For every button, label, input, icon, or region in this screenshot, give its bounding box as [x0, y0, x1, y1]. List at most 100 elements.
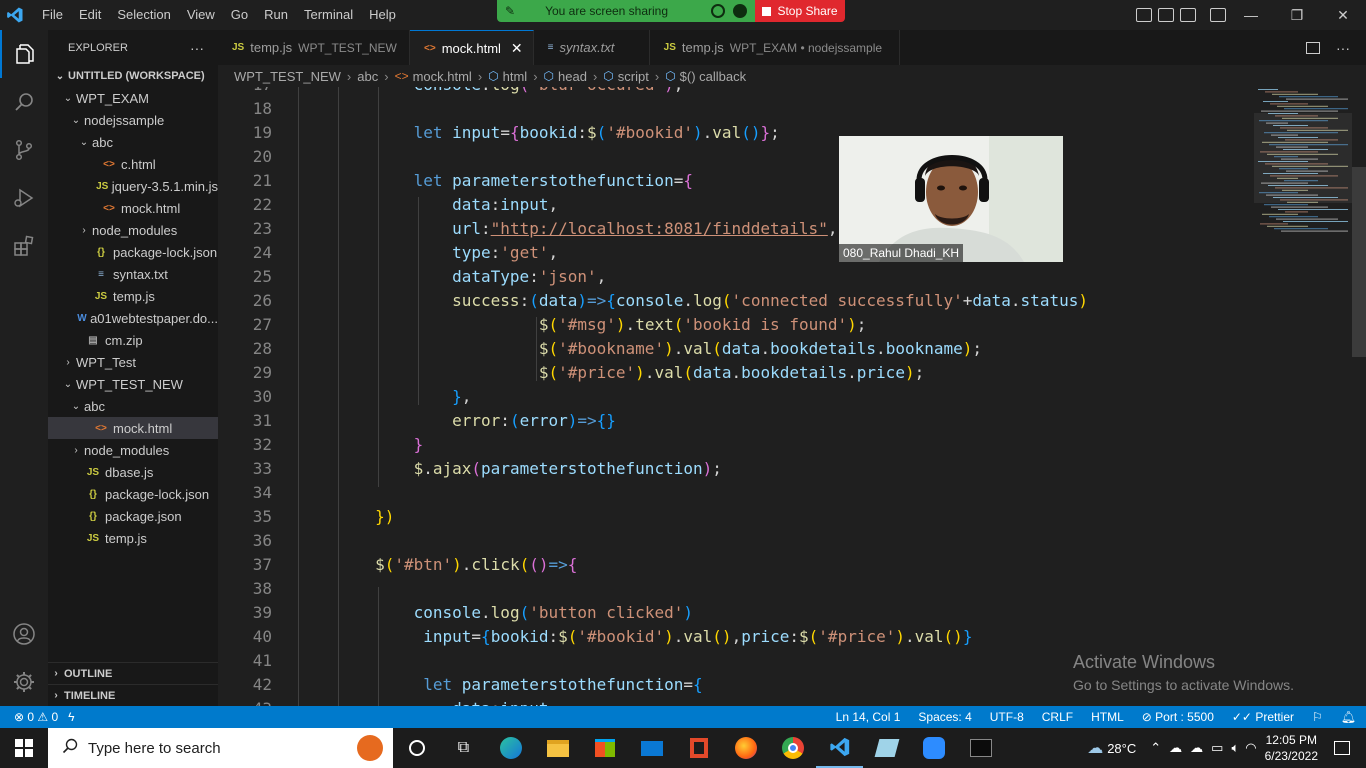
windows-start-icon[interactable] [0, 728, 48, 768]
more-actions-icon[interactable]: ··· [1336, 40, 1350, 56]
file-explorer-icon[interactable] [534, 728, 581, 768]
menu-file[interactable]: File [34, 0, 71, 30]
breadcrumb-item[interactable]: WPT_TEST_NEW [234, 69, 341, 84]
live-server-port[interactable]: ⊘ Port : 5500 [1142, 710, 1214, 724]
cursor-position[interactable]: Ln 14, Col 1 [836, 710, 901, 724]
menu-view[interactable]: View [179, 0, 223, 30]
task-view-icon[interactable]: ⧉ [440, 728, 487, 768]
source-control-icon[interactable] [0, 126, 48, 174]
battery-icon[interactable]: ▭ [1211, 740, 1223, 756]
tree-file[interactable]: {} package-lock.json [48, 241, 218, 263]
tree-file[interactable]: <> mock.html [48, 417, 218, 439]
network-icon[interactable]: ◠ [1245, 740, 1256, 756]
tree-file[interactable]: <> mock.html [48, 197, 218, 219]
editor-tab[interactable]: <> mock.html ✕ [410, 30, 534, 65]
end-of-line[interactable]: CRLF [1042, 710, 1073, 724]
breadcrumb-item[interactable]: html [503, 69, 528, 84]
cloud-icon[interactable]: ☁ [1169, 740, 1182, 756]
tree-folder[interactable]: ⌄ WPT_TEST_NEW [48, 373, 218, 395]
cortana-icon[interactable] [393, 728, 440, 768]
encoding[interactable]: UTF-8 [990, 710, 1024, 724]
tree-file[interactable]: {} package-lock.json [48, 483, 218, 505]
breadcrumb-item[interactable]: script [618, 69, 649, 84]
toggle-primary-sidebar-icon[interactable] [1136, 8, 1152, 22]
breadcrumb-item[interactable]: abc [357, 69, 378, 84]
search-icon[interactable] [0, 78, 48, 126]
tree-file[interactable]: JS dbase.js [48, 461, 218, 483]
menu-selection[interactable]: Selection [109, 0, 178, 30]
indentation[interactable]: Spaces: 4 [918, 710, 971, 724]
customize-layout-icon[interactable] [1210, 8, 1226, 22]
tree-folder[interactable]: ⌄ WPT_EXAM [48, 87, 218, 109]
tree-folder[interactable]: ⌄ nodejssample [48, 109, 218, 131]
extensions-icon[interactable] [0, 222, 48, 270]
editor-tab[interactable]: JS temp.js WPT_EXAM • nodejssample [649, 30, 900, 65]
firefox-icon[interactable] [722, 728, 769, 768]
lightning-icon[interactable]: ϟ [68, 710, 74, 724]
menu-go[interactable]: Go [223, 0, 256, 30]
weather-icon[interactable]: ☁ [1087, 738, 1103, 758]
edge-icon[interactable] [487, 728, 534, 768]
vscode-taskbar-icon[interactable] [816, 728, 863, 768]
editor-tab[interactable]: ≡ syntax.txt [533, 30, 650, 65]
menu-help[interactable]: Help [361, 0, 404, 30]
tree-file[interactable]: JS temp.js [48, 527, 218, 549]
tree-folder[interactable]: ⌄ UNTITLED (WORKSPACE) [48, 65, 218, 87]
problems-indicator[interactable]: ⊗ 0 ⚠ 0 [14, 710, 58, 724]
tree-folder[interactable]: › node_modules [48, 219, 218, 241]
more-actions-icon[interactable]: ··· [190, 40, 204, 56]
tree-folder[interactable]: ⌄ abc [48, 131, 218, 153]
terminal-app-icon[interactable] [957, 728, 1004, 768]
zoom-icon[interactable] [910, 728, 957, 768]
minimap[interactable] [1254, 87, 1352, 706]
notifications-bell-icon[interactable]: 🔔︎ [1341, 710, 1356, 724]
breadcrumb-item[interactable]: $() callback [680, 69, 746, 84]
timeline-section[interactable]: › TIMELINE [48, 684, 218, 706]
close-window-icon[interactable]: ✕ [1320, 0, 1366, 30]
breadcrumb-item[interactable]: head [558, 69, 587, 84]
tree-file[interactable]: ≡ syntax.txt [48, 263, 218, 285]
editor-tab[interactable]: JS temp.js WPT_TEST_NEW [218, 30, 410, 65]
tree-file[interactable]: ▤ cm.zip [48, 329, 218, 351]
share-pen-icon[interactable]: ✎ [505, 4, 515, 18]
onedrive-icon[interactable]: ☁ [1190, 740, 1203, 756]
menu-edit[interactable]: Edit [71, 0, 109, 30]
chevron-up-icon[interactable]: ⌃ [1150, 740, 1161, 756]
tree-folder[interactable]: ⌄ abc [48, 395, 218, 417]
volume-icon[interactable]: 🔈︎ [1231, 740, 1239, 756]
breadcrumb-item[interactable]: mock.html [413, 69, 472, 84]
taskbar-search[interactable]: Type here to search [48, 728, 393, 768]
code-editor[interactable]: 17 console.log('blur occured'); 18 19 let … [218, 87, 1366, 706]
notepad-icon[interactable] [863, 728, 910, 768]
stop-share-button[interactable]: Stop Share [755, 0, 845, 22]
menu-run[interactable]: Run [256, 0, 296, 30]
tree-file[interactable]: JS jquery-3.5.1.min.js [48, 175, 218, 197]
mail-icon[interactable] [628, 728, 675, 768]
scrollbar-thumb[interactable] [1352, 167, 1366, 357]
tree-file[interactable]: JS temp.js [48, 285, 218, 307]
notifications-icon[interactable] [1334, 741, 1350, 755]
basketball-doodle-icon[interactable] [357, 735, 383, 761]
accounts-icon[interactable] [0, 610, 48, 658]
minimize-icon[interactable]: — [1228, 0, 1274, 30]
tree-folder[interactable]: › node_modules [48, 439, 218, 461]
language-mode[interactable]: HTML [1091, 710, 1124, 724]
tree-file[interactable]: {} package.json [48, 505, 218, 527]
temperature[interactable]: 28°C [1107, 741, 1136, 756]
toggle-secondary-sidebar-icon[interactable] [1180, 8, 1196, 22]
outline-section[interactable]: › OUTLINE [48, 662, 218, 684]
toggle-panel-icon[interactable] [1158, 8, 1174, 22]
explorer-icon[interactable] [0, 30, 48, 78]
pause-share-icon[interactable] [711, 4, 725, 18]
menu-terminal[interactable]: Terminal [296, 0, 361, 30]
tree-file[interactable]: Wa01webtestpaper.do... [48, 307, 218, 329]
settings-gear-icon[interactable] [0, 658, 48, 706]
chrome-icon[interactable] [769, 728, 816, 768]
clock[interactable]: 12:05 PM 6/23/2022 [1265, 732, 1318, 764]
run-debug-icon[interactable] [0, 174, 48, 222]
restore-icon[interactable]: ❐ [1274, 0, 1320, 30]
tree-file[interactable]: <> c.html [48, 153, 218, 175]
tree-folder[interactable]: › WPT_Test [48, 351, 218, 373]
close-tab-icon[interactable]: ✕ [511, 40, 523, 57]
prettier-status[interactable]: ✓✓ Prettier [1232, 710, 1294, 724]
